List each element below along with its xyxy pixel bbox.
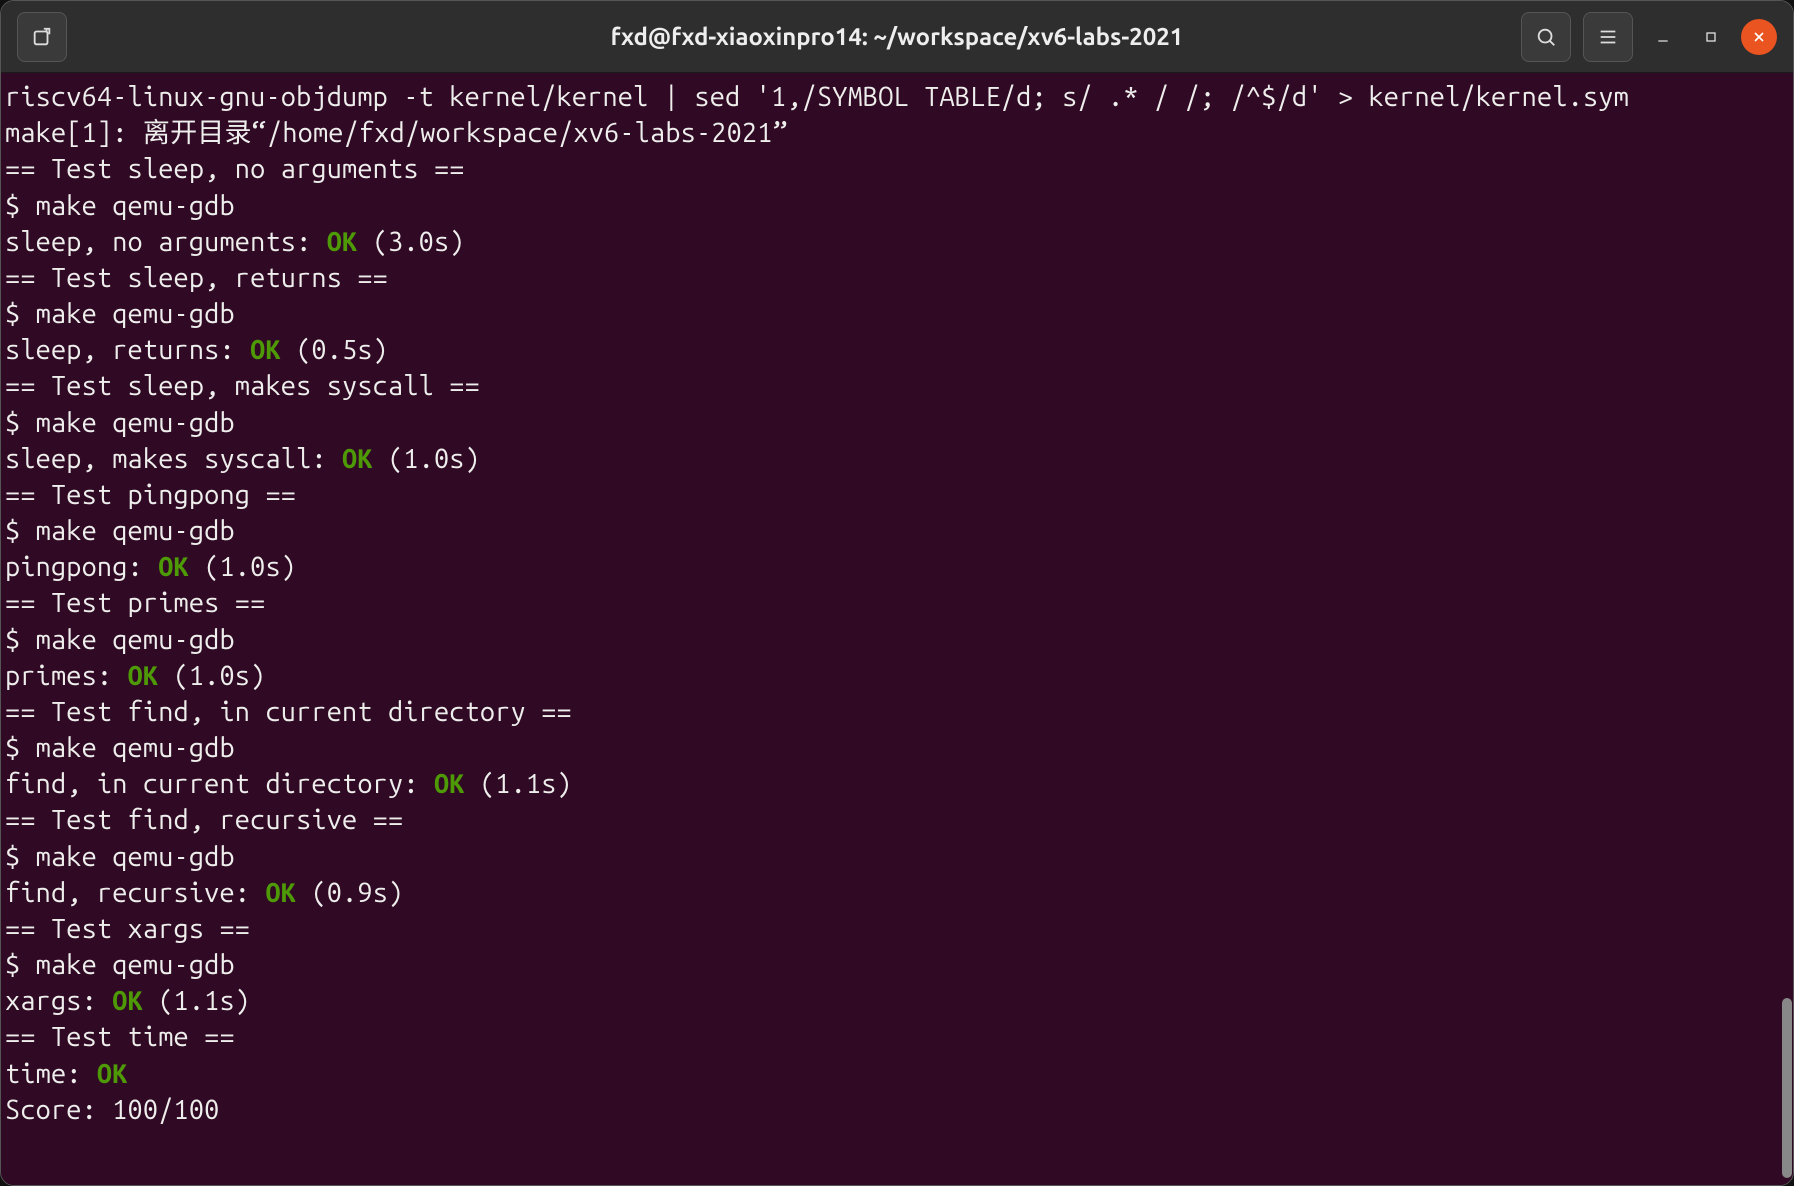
terminal-line: Score: 100/100 (5, 1092, 1789, 1128)
minimize-button[interactable] (1645, 19, 1681, 55)
terminal-line: == Test time == (5, 1019, 1789, 1055)
terminal-line: $ make qemu-gdb (5, 730, 1789, 766)
terminal-line: == Test sleep, makes syscall == (5, 368, 1789, 404)
minimize-icon (1655, 29, 1671, 45)
menu-button[interactable] (1583, 12, 1633, 62)
terminal-line: xargs: OK (1.1s) (5, 983, 1789, 1019)
status-ok: OK (265, 878, 296, 908)
terminal-line: $ make qemu-gdb (5, 296, 1789, 332)
scrollbar-thumb[interactable] (1782, 998, 1792, 1178)
terminal-line: == Test sleep, returns == (5, 260, 1789, 296)
status-ok: OK (250, 335, 281, 365)
terminal-line: sleep, makes syscall: OK (1.0s) (5, 441, 1789, 477)
result-label: sleep, returns: (5, 335, 250, 365)
terminal-line: == Test xargs == (5, 911, 1789, 947)
terminal-line: find, in current directory: OK (1.1s) (5, 766, 1789, 802)
terminal-line: $ make qemu-gdb (5, 513, 1789, 549)
result-label: pingpong: (5, 552, 158, 582)
terminal-line: $ make qemu-gdb (5, 405, 1789, 441)
search-button[interactable] (1521, 12, 1571, 62)
status-ok: OK (434, 769, 465, 799)
terminal-line: == Test pingpong == (5, 477, 1789, 513)
scrollbar-track[interactable] (1782, 72, 1792, 1182)
result-time: (3.0s) (357, 227, 464, 257)
result-time: (0.5s) (281, 335, 388, 365)
terminal-line: $ make qemu-gdb (5, 188, 1789, 224)
result-time: (1.0s) (189, 552, 296, 582)
hamburger-icon (1597, 26, 1619, 48)
terminal-line: sleep, returns: OK (0.5s) (5, 332, 1789, 368)
status-ok: OK (327, 227, 358, 257)
new-tab-icon (31, 26, 53, 48)
status-ok: OK (112, 986, 143, 1016)
terminal-line: sleep, no arguments: OK (3.0s) (5, 224, 1789, 260)
result-time: (1.0s) (373, 444, 480, 474)
maximize-button[interactable] (1693, 19, 1729, 55)
titlebar: fxd@fxd-xiaoxinpro14: ~/workspace/xv6-la… (1, 1, 1793, 73)
result-time: (1.1s) (465, 769, 572, 799)
close-button[interactable] (1741, 19, 1777, 55)
terminal-line: == Test primes == (5, 585, 1789, 621)
close-icon (1751, 29, 1767, 45)
new-tab-button[interactable] (17, 12, 67, 62)
terminal-line: make[1]: 离开目录“/home/fxd/workspace/xv6-la… (5, 115, 1789, 151)
terminal-line: primes: OK (1.0s) (5, 658, 1789, 694)
status-ok: OK (97, 1059, 128, 1089)
titlebar-right (1521, 12, 1777, 62)
result-time: (1.0s) (158, 661, 265, 691)
result-label: find, recursive: (5, 878, 265, 908)
result-label: time: (5, 1059, 97, 1089)
result-time: (1.1s) (143, 986, 250, 1016)
terminal-line: == Test sleep, no arguments == (5, 151, 1789, 187)
terminal-line: time: OK (5, 1056, 1789, 1092)
status-ok: OK (342, 444, 373, 474)
terminal-line: == Test find, recursive == (5, 802, 1789, 838)
maximize-icon (1703, 29, 1719, 45)
status-ok: OK (158, 552, 189, 582)
result-label: sleep, no arguments: (5, 227, 327, 257)
terminal-line: pingpong: OK (1.0s) (5, 549, 1789, 585)
result-label: xargs: (5, 986, 112, 1016)
terminal-line: find, recursive: OK (0.9s) (5, 875, 1789, 911)
terminal-window: fxd@fxd-xiaoxinpro14: ~/workspace/xv6-la… (0, 0, 1794, 1186)
result-label: primes: (5, 661, 128, 691)
result-label: sleep, makes syscall: (5, 444, 342, 474)
terminal-line: $ make qemu-gdb (5, 622, 1789, 658)
status-ok: OK (128, 661, 159, 691)
terminal-line: $ make qemu-gdb (5, 947, 1789, 983)
result-label: find, in current directory: (5, 769, 434, 799)
search-icon (1535, 26, 1557, 48)
terminal-output[interactable]: riscv64-linux-gnu-objdump -t kernel/kern… (1, 73, 1793, 1185)
terminal-line: == Test find, in current directory == (5, 694, 1789, 730)
terminal-line: $ make qemu-gdb (5, 839, 1789, 875)
terminal-line: riscv64-linux-gnu-objdump -t kernel/kern… (5, 79, 1789, 115)
result-time: (0.9s) (296, 878, 403, 908)
